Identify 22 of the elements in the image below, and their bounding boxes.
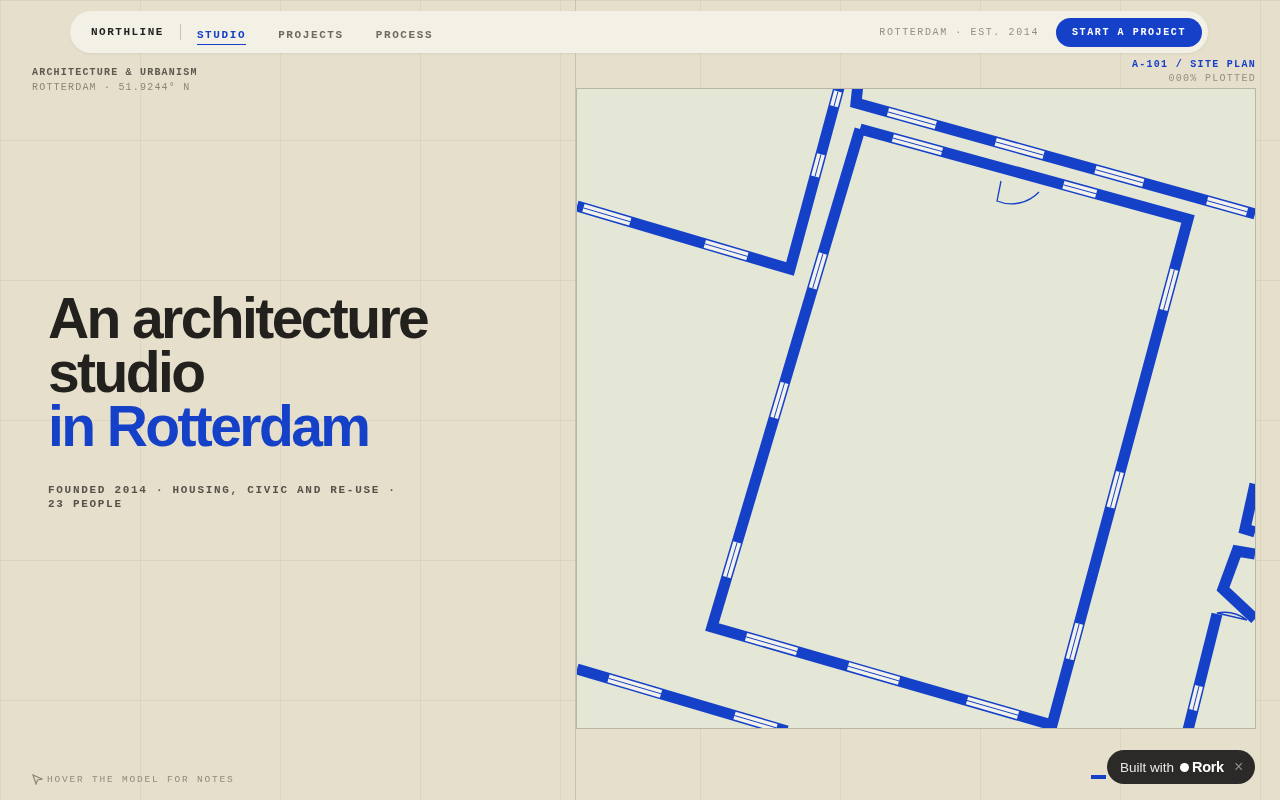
nav-link[interactable]: STUDIO xyxy=(196,25,247,45)
location-label: ROTTERDAM · EST. 2014 xyxy=(879,26,1039,38)
badge-label: Built with xyxy=(1120,759,1175,775)
plot-status: 000% PLOTTED xyxy=(1167,72,1256,86)
brand-logo[interactable]: NORTHLINE xyxy=(91,26,164,38)
scroll-indicator xyxy=(1091,775,1106,779)
nav-link[interactable]: PROJECTS xyxy=(278,25,344,45)
headline-line: studio xyxy=(48,345,204,399)
close-button[interactable]: × xyxy=(1233,758,1244,776)
badge-brand: Rork xyxy=(1192,759,1224,775)
coordinates-label: ROTTERDAM · 51.9244° N xyxy=(32,81,192,95)
built-with-badge[interactable]: Built with Rork × xyxy=(1107,750,1256,784)
logo-dot-icon xyxy=(1180,762,1190,772)
headline-line: An architecture xyxy=(48,291,428,345)
discipline-label: ARCHITECTURE & URBANISM xyxy=(32,66,199,80)
nav-link[interactable]: PROCESS xyxy=(375,25,434,45)
start-project-button[interactable]: START A PROJECT xyxy=(1056,17,1202,47)
cursor-icon xyxy=(32,774,43,785)
studio-facts: FOUNDED 2014 · HOUSING, CIVIC AND RE-USE · 23 PEOPLE xyxy=(48,483,398,511)
hover-hint: HOVER THE MODEL FOR NOTES xyxy=(47,774,235,785)
sheet-label: A-101 / SITE PLAN xyxy=(1130,58,1256,72)
headline-accent: in Rotterdam xyxy=(48,399,369,453)
